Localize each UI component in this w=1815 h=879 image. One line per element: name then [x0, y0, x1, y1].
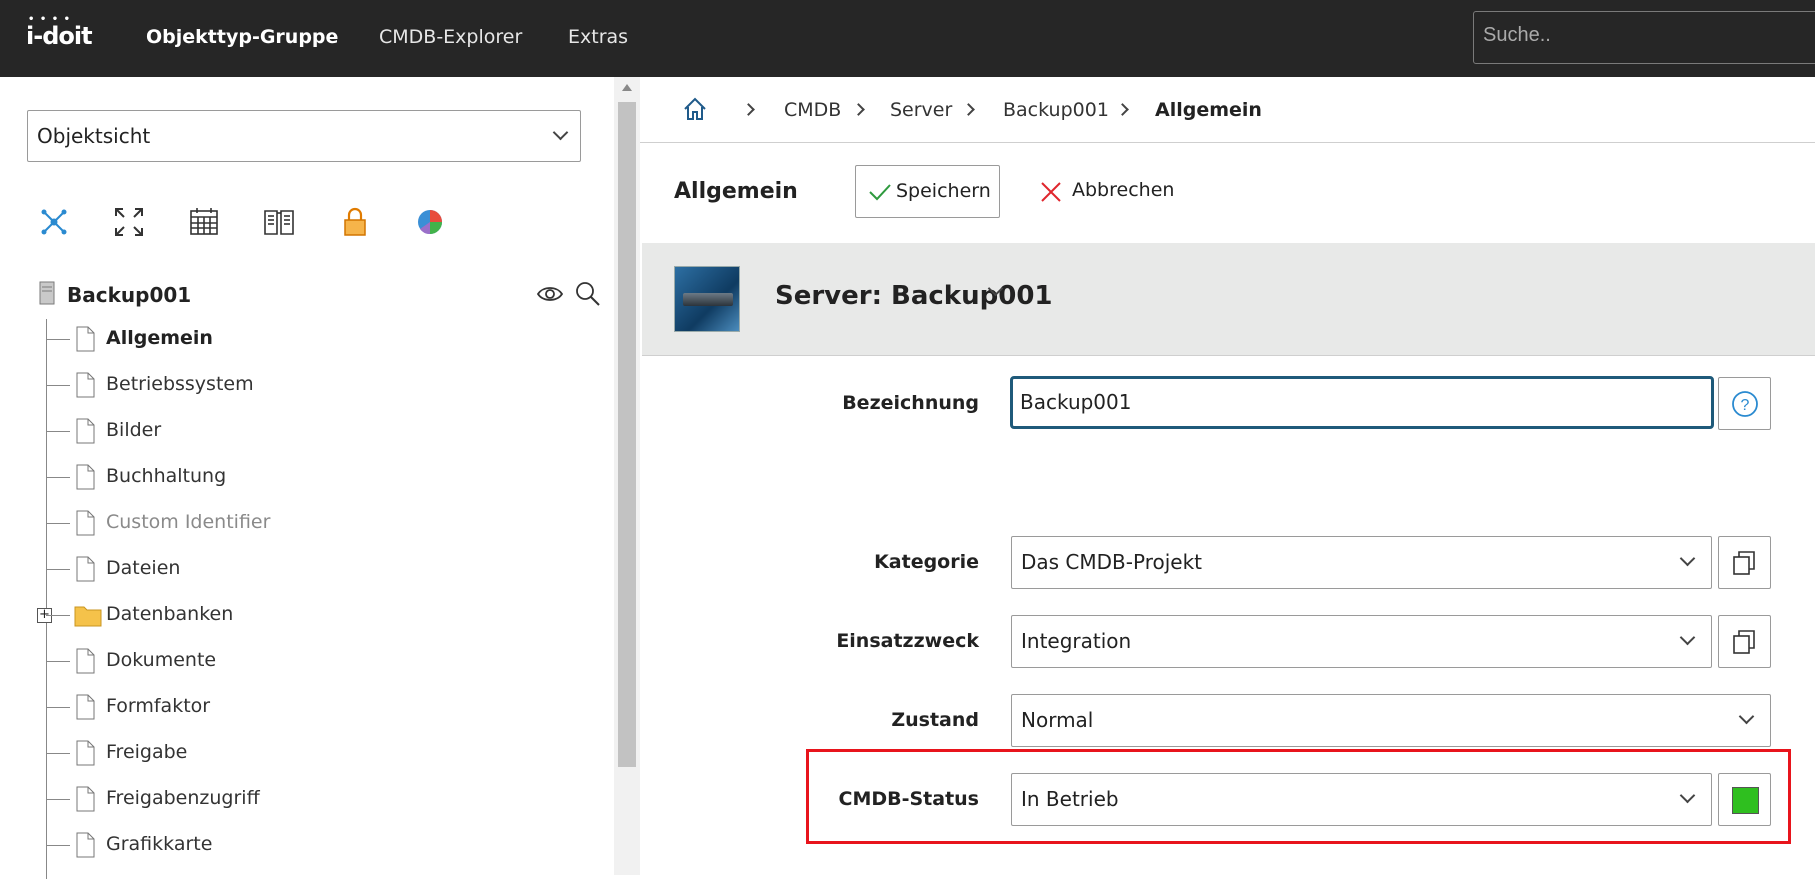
breadcrumb: CMDB Server Backup001 Allgemein [640, 77, 1815, 143]
scroll-thumb[interactable] [618, 102, 636, 767]
server-icon [39, 281, 55, 305]
document-icon [76, 418, 95, 444]
nav-objekttyp-gruppe[interactable]: Objekttyp-Gruppe [146, 26, 338, 48]
calendar-icon[interactable] [187, 205, 221, 239]
left-scrollbar[interactable] [614, 77, 640, 875]
document-icon [76, 740, 95, 766]
tree-item-label: Formfaktor [106, 695, 211, 717]
document-icon [76, 556, 95, 582]
tree-item-label: Dokumente [106, 649, 217, 671]
kategorie-copy-button[interactable] [1718, 536, 1771, 589]
folder-icon [74, 606, 102, 627]
chevron-down-icon [1679, 629, 1696, 646]
help-button[interactable]: ? [1718, 377, 1771, 430]
chevron-down-icon [1679, 550, 1696, 567]
category-title: Allgemein [674, 179, 798, 204]
view-select-value: Objektsicht [37, 124, 151, 148]
tree-item-label: Buchhaltung [106, 465, 227, 487]
nav-cmdb-explorer[interactable]: CMDB-Explorer [379, 26, 522, 48]
breadcrumb-cmdb[interactable]: CMDB [784, 99, 841, 121]
breadcrumb-server[interactable]: Server [890, 99, 952, 121]
copy-icon [1733, 630, 1755, 654]
tree-root-label: Backup001 [67, 283, 192, 307]
logo-text: i-doit [26, 22, 93, 50]
lock-icon[interactable] [338, 205, 372, 239]
action-bar: Allgemein Speichern Abbrechen [640, 143, 1815, 243]
tree-root[interactable]: Backup001 [36, 280, 191, 310]
document-icon [76, 786, 95, 812]
chevron-down-icon [552, 124, 569, 141]
search-icon[interactable] [574, 280, 602, 308]
svg-text:?: ? [1741, 397, 1750, 414]
help-icon: ? [1732, 391, 1758, 417]
book-icon[interactable] [262, 205, 296, 239]
document-icon [76, 464, 95, 490]
document-icon [76, 694, 95, 720]
chevron-right-icon [962, 103, 975, 116]
tree-item-label: Custom Identifier [106, 511, 271, 533]
einsatzzweck-copy-button[interactable] [1718, 615, 1771, 668]
chevron-right-icon [852, 103, 865, 116]
document-icon [76, 648, 95, 674]
home-icon[interactable] [682, 96, 708, 122]
document-icon [76, 326, 95, 352]
kategorie-label: Kategorie [874, 551, 979, 573]
breadcrumb-backup001[interactable]: Backup001 [1003, 99, 1109, 121]
cancel-button-label: Abbrechen [1072, 179, 1175, 201]
tree-item-label: Freigabenzugriff [106, 787, 260, 809]
zustand-select[interactable]: Normal [1011, 694, 1771, 747]
einsatzzweck-label: Einsatzzweck [836, 630, 979, 652]
tree-item-label: Betriebssystem [106, 373, 254, 395]
zustand-value: Normal [1021, 708, 1094, 732]
kategorie-select[interactable]: Das CMDB-Projekt [1011, 536, 1712, 589]
tree-item-label: Allgemein [106, 327, 213, 349]
top-bar: • • • • i-doit Objekttyp-Gruppe CMDB-Exp… [0, 0, 1815, 77]
logo[interactable]: • • • • i-doit [26, 14, 93, 50]
object-title: Server: Backup001 [775, 281, 1053, 311]
expand-icon[interactable] [112, 205, 146, 239]
view-select[interactable]: Objektsicht [27, 110, 581, 162]
nav-extras[interactable]: Extras [568, 26, 628, 48]
breadcrumb-allgemein: Allgemein [1155, 99, 1262, 121]
tree-item-label: Freigabe [106, 741, 188, 763]
chevron-down-icon [1738, 708, 1755, 725]
network-icon[interactable] [37, 205, 71, 239]
document-icon [76, 372, 95, 398]
document-icon [76, 510, 95, 536]
einsatzzweck-select[interactable]: Integration [1011, 615, 1712, 668]
chevron-right-icon [1116, 103, 1129, 116]
bezeichnung-label: Bezeichnung [842, 392, 979, 414]
tree-item-label: Grafikkarte [106, 833, 213, 855]
left-panel: Objektsicht Backup001 Allgemein Betriebs… [0, 77, 640, 879]
document-icon [76, 832, 95, 858]
tree-item-label: Bilder [106, 419, 162, 441]
chevron-right-icon [742, 103, 755, 116]
save-button[interactable]: Speichern [855, 165, 1000, 218]
tree-item-label: Dateien [106, 557, 181, 579]
scroll-up-arrow[interactable] [622, 84, 632, 91]
object-header: Server: Backup001 [642, 243, 1815, 356]
close-icon [1041, 182, 1061, 202]
bezeichnung-field[interactable]: Backup001 [1010, 376, 1714, 429]
tree-item-label: Datenbanken [106, 603, 234, 625]
search-input[interactable]: Suche.. [1473, 11, 1815, 64]
save-button-label: Speichern [896, 180, 991, 202]
tree-connector [46, 319, 47, 879]
eye-icon[interactable] [536, 282, 564, 306]
pie-chart-icon[interactable] [413, 205, 447, 239]
zustand-label: Zustand [891, 709, 979, 731]
highlight-box [806, 749, 1791, 844]
kategorie-value: Das CMDB-Projekt [1021, 550, 1203, 574]
cancel-button[interactable]: Abbrechen [1035, 165, 1175, 218]
copy-icon [1733, 551, 1755, 575]
einsatzzweck-value: Integration [1021, 629, 1132, 653]
server-image [674, 266, 740, 332]
check-icon [869, 184, 891, 201]
